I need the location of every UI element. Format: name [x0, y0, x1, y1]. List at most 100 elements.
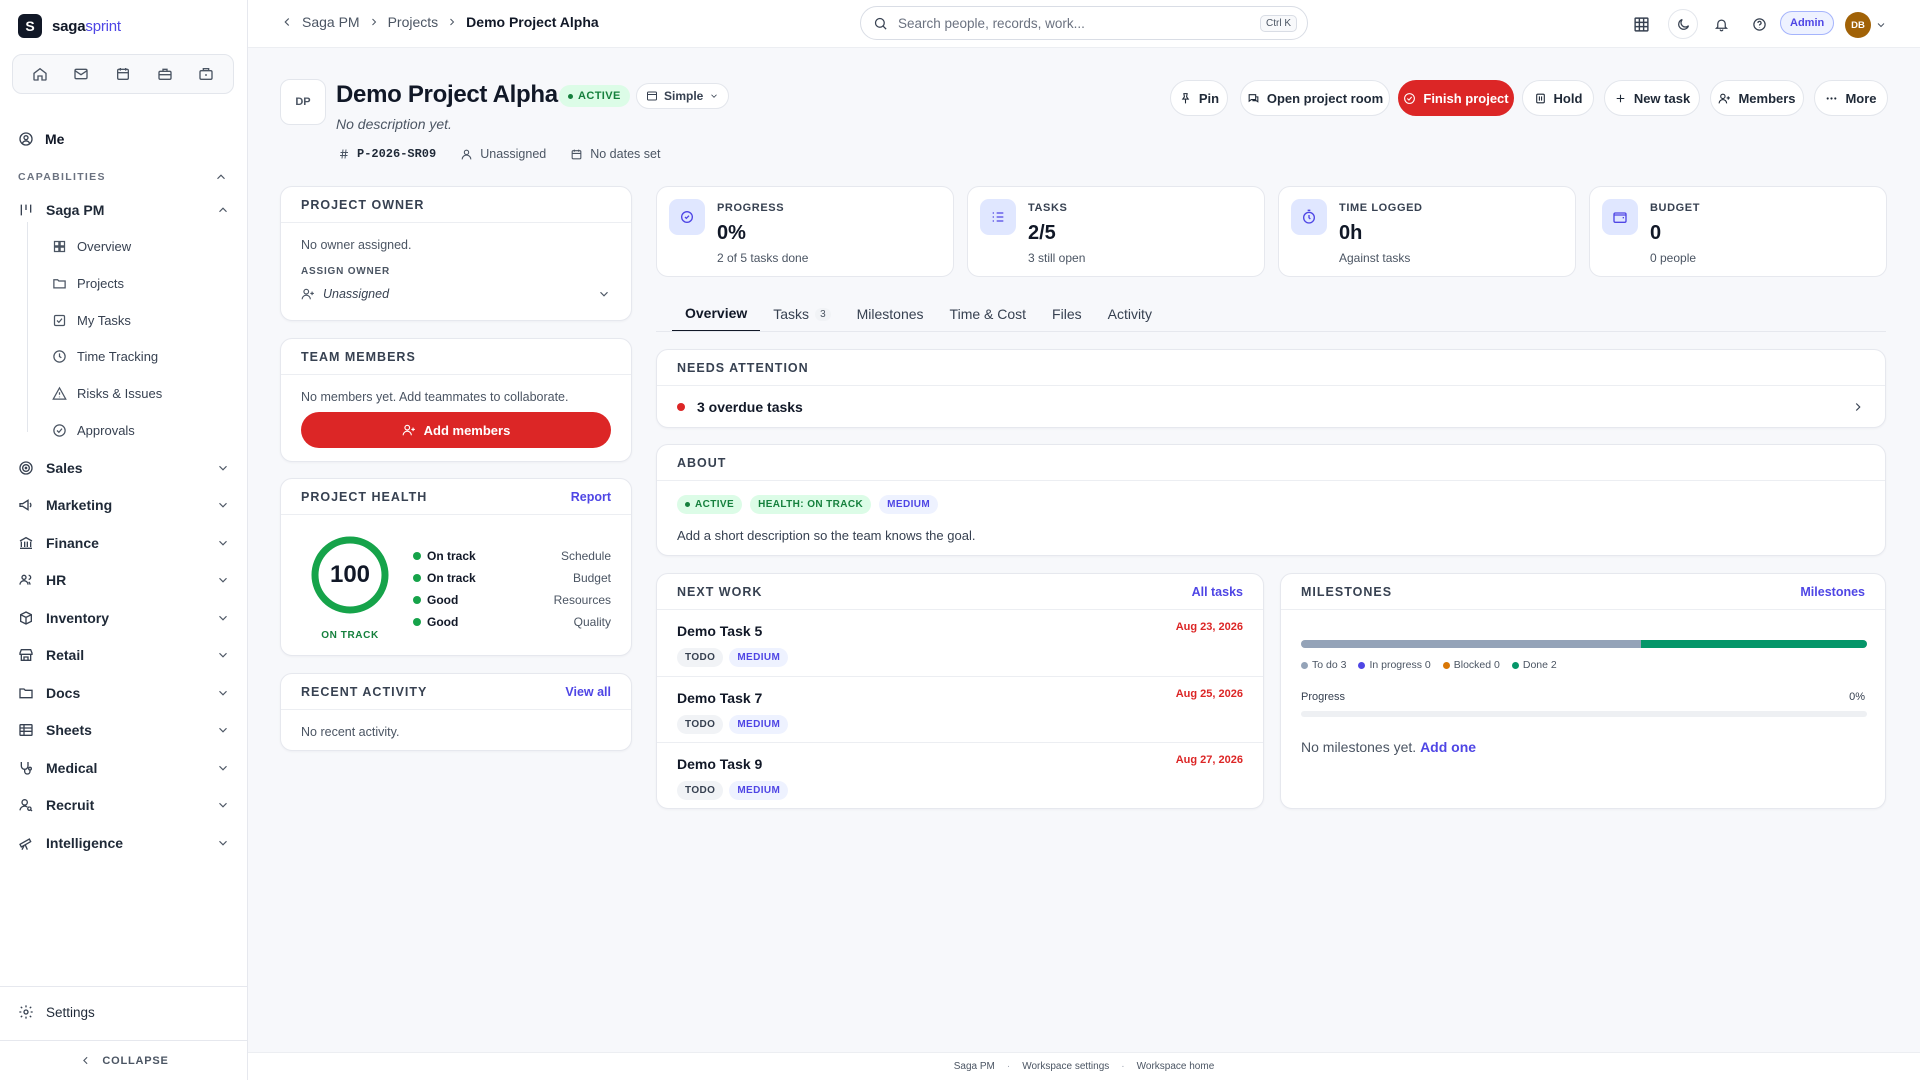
columns-icon: [20, 204, 32, 216]
tab-milestones[interactable]: Milestones: [844, 296, 937, 332]
finish-project-button[interactable]: Finish project: [1398, 80, 1514, 116]
nav-sales[interactable]: Sales: [18, 454, 230, 482]
chevron-down-icon[interactable]: [1875, 19, 1887, 31]
bar-segment-done: [1640, 640, 1867, 648]
home-icon[interactable]: [25, 59, 55, 89]
nav-group-saga-pm[interactable]: Saga PM: [18, 196, 230, 224]
briefcase-icon[interactable]: [191, 59, 221, 89]
footer-separator: ·: [1006, 1061, 1011, 1072]
task-status: TODO: [677, 781, 724, 800]
stat-value: 0h: [1339, 222, 1363, 244]
hold-button[interactable]: Hold: [1522, 80, 1594, 116]
view-all-link[interactable]: View all: [565, 685, 611, 699]
view-mode-select[interactable]: Simple: [636, 83, 730, 109]
sub-nav-line: [27, 222, 28, 432]
open-room-button[interactable]: Open project room: [1240, 80, 1390, 116]
calendar-icon[interactable]: [108, 59, 138, 89]
avatar[interactable]: DB: [1845, 12, 1871, 38]
project-assignee[interactable]: Unassigned: [460, 147, 546, 161]
nav-medical[interactable]: Medical: [18, 754, 230, 782]
mail-icon[interactable]: [66, 59, 96, 89]
sub-nav-risks[interactable]: Risks & Issues: [52, 380, 162, 406]
chevron-left-icon[interactable]: [280, 15, 294, 29]
sub-nav-time-tracking[interactable]: Time Tracking: [52, 343, 158, 369]
card-title: PROJECT HEALTH: [301, 489, 428, 504]
apps-grid-icon[interactable]: [1626, 9, 1656, 39]
footer-link[interactable]: Workspace home: [1137, 1061, 1215, 1072]
table-row[interactable]: Demo Task 7 Aug 25, 2026 TODO MEDIUM: [657, 676, 1263, 742]
footer-link[interactable]: Workspace settings: [1022, 1061, 1109, 1072]
chevron-up-icon[interactable]: [214, 170, 228, 184]
chevron-down-icon: [600, 291, 608, 297]
chevron-down-icon: [219, 465, 227, 471]
footer-link[interactable]: Saga PM: [954, 1061, 995, 1072]
project-health-card: PROJECT HEALTH Report 100 ON TRACK On tra…: [280, 478, 632, 656]
topbar: Saga PM Projects Demo Project Alpha Ctrl…: [248, 0, 1920, 48]
stat-sub: 3 still open: [1028, 251, 1086, 265]
table-row[interactable]: Demo Task 9 Aug 27, 2026 TODO MEDIUM: [657, 742, 1263, 808]
tab-tasks[interactable]: Tasks 3: [760, 296, 843, 332]
nav-docs[interactable]: Docs: [18, 679, 230, 707]
nav-settings[interactable]: Settings: [18, 1004, 95, 1020]
settings-label: Settings: [46, 1004, 95, 1020]
search-input[interactable]: [898, 15, 1250, 31]
nav-finance[interactable]: Finance: [18, 529, 230, 557]
new-task-button[interactable]: New task: [1604, 80, 1700, 116]
add-milestone-link[interactable]: Add one: [1420, 739, 1476, 755]
breadcrumb-saga-pm[interactable]: Saga PM: [302, 14, 360, 30]
task-pills: TODO MEDIUM: [677, 648, 789, 667]
tab-files[interactable]: Files: [1039, 296, 1095, 332]
table-row[interactable]: Demo Task 5 Aug 23, 2026 TODO MEDIUM: [657, 610, 1263, 676]
footer-separator: ·: [1121, 1061, 1125, 1072]
nav-recruit[interactable]: Recruit: [18, 791, 230, 819]
nav-me[interactable]: Me: [18, 131, 64, 147]
tab-activity[interactable]: Activity: [1095, 296, 1165, 332]
pin-button[interactable]: Pin: [1170, 80, 1228, 116]
sub-nav-my-tasks[interactable]: My Tasks: [52, 307, 131, 333]
nav-retail[interactable]: Retail: [18, 641, 230, 669]
card-title: NEEDS ATTENTION: [677, 360, 809, 375]
nav-inventory[interactable]: Inventory: [18, 604, 230, 632]
bell-icon[interactable]: [1706, 9, 1736, 39]
moon-icon[interactable]: [1668, 9, 1698, 39]
add-members-button[interactable]: Add members: [301, 412, 611, 448]
tab-overview[interactable]: Overview: [672, 296, 761, 332]
project-dates[interactable]: No dates set: [570, 147, 660, 161]
milestones-link[interactable]: Milestones: [1800, 585, 1865, 599]
toolbox-icon[interactable]: [150, 59, 180, 89]
help-icon[interactable]: [1744, 9, 1774, 39]
global-search[interactable]: Ctrl K: [860, 6, 1308, 40]
members-button[interactable]: Members: [1710, 80, 1804, 116]
legend-dot: [1442, 661, 1450, 669]
status-dot: [413, 618, 421, 626]
assign-owner-select[interactable]: Unassigned: [301, 283, 611, 305]
chevron-right-icon: [1855, 403, 1861, 411]
nav-sheets[interactable]: Sheets: [18, 716, 230, 744]
bank-icon: [19, 536, 33, 549]
health-status: Good: [427, 593, 459, 607]
sidebar-divider: [0, 986, 248, 987]
sub-nav-overview[interactable]: Overview: [52, 233, 131, 259]
nav-marketing[interactable]: Marketing: [18, 491, 230, 519]
search-shortcut: Ctrl K: [1260, 14, 1297, 32]
sub-nav-projects[interactable]: Projects: [52, 270, 124, 296]
health-status: Good: [427, 615, 459, 629]
nav-intelligence[interactable]: Intelligence: [18, 829, 230, 857]
overdue-tasks-item[interactable]: 3 overdue tasks: [677, 386, 1865, 428]
breadcrumb-projects[interactable]: Projects: [388, 14, 439, 30]
brand-name-part-b: sprint: [85, 17, 121, 35]
legend-label: Done 2: [1522, 659, 1557, 671]
brand-logo[interactable]: S sagasprint: [18, 14, 121, 38]
tab-time-cost[interactable]: Time & Cost: [937, 296, 1040, 332]
stethoscope-icon: [20, 762, 32, 775]
sub-nav-approvals[interactable]: Approvals: [52, 417, 135, 443]
all-tasks-link[interactable]: All tasks: [1192, 585, 1243, 599]
nav-hr[interactable]: HR: [18, 566, 230, 594]
report-link[interactable]: Report: [571, 490, 611, 504]
members-label: Members: [1738, 90, 1796, 106]
admin-badge[interactable]: Admin: [1780, 11, 1835, 35]
more-button[interactable]: More: [1814, 80, 1888, 116]
brand-name: sagasprint: [52, 18, 121, 35]
collapse-sidebar-button[interactable]: COLLAPSE: [0, 1040, 248, 1080]
assign-owner-value: Unassigned: [323, 287, 390, 301]
